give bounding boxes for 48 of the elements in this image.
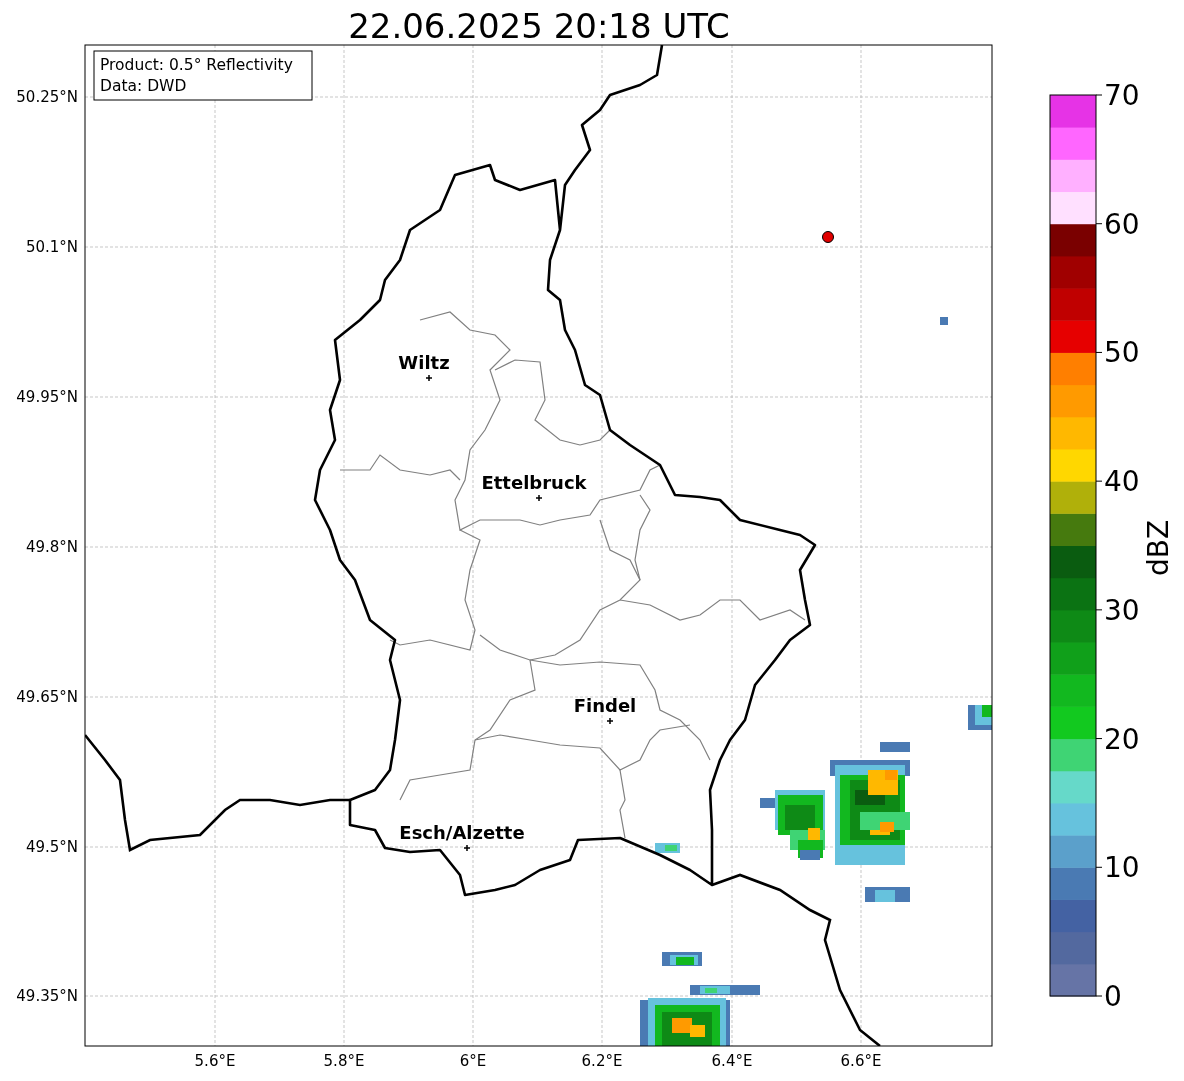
- longitude-label: 6.4°E: [711, 1052, 753, 1070]
- city-label: Ettelbruck: [481, 472, 587, 493]
- tick-mark: [1095, 738, 1103, 740]
- radar-echo: [690, 985, 760, 995]
- radar-site-marker: [822, 231, 834, 243]
- colorbar-tick-label: 40: [1104, 465, 1140, 499]
- city-label: Esch/Alzette: [399, 822, 525, 843]
- colorbar-tick-label: 50: [1104, 336, 1140, 370]
- longitude-label: 5.6°E: [194, 1052, 236, 1070]
- city-label: Wiltz: [398, 352, 450, 373]
- city-marker-icon: [606, 717, 614, 725]
- city-label: Findel: [573, 695, 637, 716]
- tick-mark: [1095, 866, 1103, 868]
- colorbar-label: dBZ: [1142, 519, 1175, 577]
- city-marker-icon: [425, 374, 433, 382]
- colorbar-tick-label: 20: [1104, 722, 1140, 756]
- latitude-label: 49.8°N: [25, 538, 78, 556]
- city-marker-icon: [535, 494, 543, 502]
- longitude-label: 6.2°E: [581, 1052, 623, 1070]
- colorbar-tick-label: 10: [1104, 851, 1140, 885]
- latitude-label: 49.95°N: [16, 388, 78, 406]
- radar-echo: [865, 887, 910, 902]
- tick-mark: [1095, 609, 1103, 611]
- city-marker-icon: [463, 844, 471, 852]
- longitude-label: 6.6°E: [840, 1052, 882, 1070]
- tick-mark: [1095, 351, 1103, 353]
- colorbar-tick-label: 30: [1104, 593, 1140, 627]
- latitude-label: 50.25°N: [16, 88, 78, 106]
- colorbar-tick-label: 0: [1104, 980, 1122, 1013]
- latitude-label: 49.5°N: [25, 838, 78, 856]
- tick-mark: [1095, 480, 1103, 482]
- latitude-label: 49.65°N: [16, 688, 78, 706]
- latitude-label: 49.35°N: [16, 987, 78, 1005]
- chart-title: 22.06.2025 20:18 UTC: [348, 6, 730, 46]
- colorbar-tick-label: 60: [1104, 207, 1140, 241]
- longitude-label: 6°E: [459, 1052, 487, 1070]
- radar-echo: [968, 705, 992, 730]
- radar-echo: [662, 952, 702, 966]
- tick-mark: [1095, 223, 1103, 225]
- info-text: Data: DWD: [100, 77, 187, 95]
- colorbar-tick-label: 70: [1104, 79, 1140, 112]
- tick-mark: [1095, 94, 1103, 96]
- info-text: Product: 0.5° Reflectivity: [100, 56, 293, 74]
- longitude-label: 5.8°E: [323, 1052, 365, 1070]
- latitude-label: 50.1°N: [25, 238, 78, 256]
- radar-echo: [655, 843, 680, 853]
- tick-mark: [1095, 995, 1103, 997]
- radar-echo: [940, 317, 948, 325]
